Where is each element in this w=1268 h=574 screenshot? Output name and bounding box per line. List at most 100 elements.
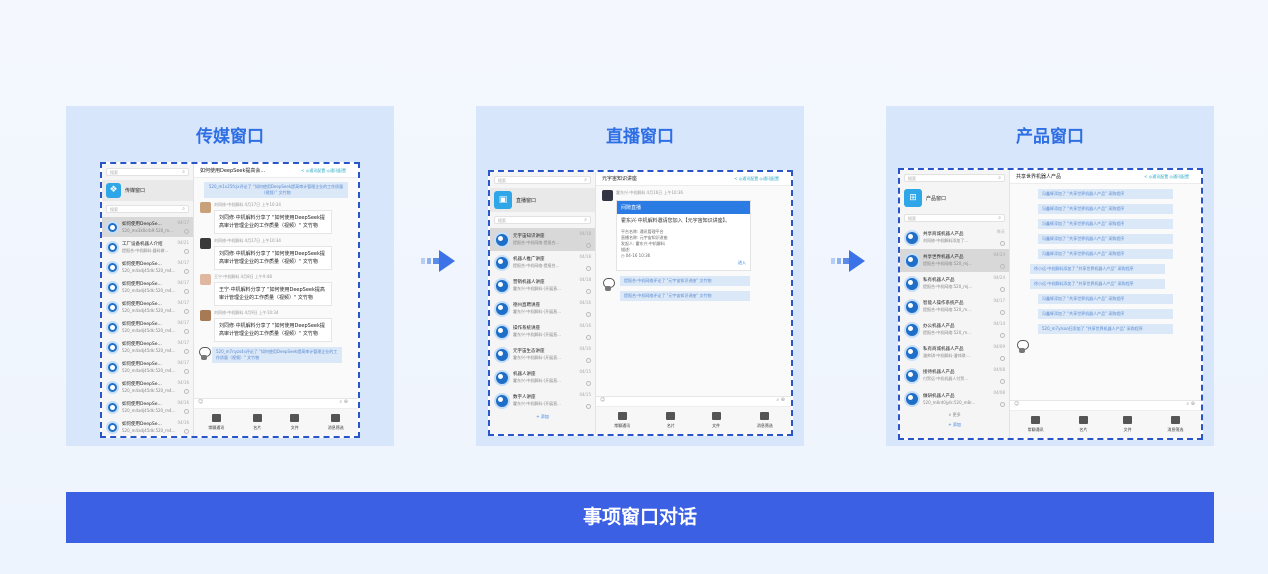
item-more-icon[interactable] [184,369,189,374]
conversation-item[interactable]: 如何使用DeepSe... 520_mx3k0crb9:520_m... 04/17 [102,217,193,237]
notify-config-button[interactable]: ◎通讯配置 [306,168,326,173]
message-input[interactable]: ⌕ ⊕ ☺ [596,396,791,406]
message-bubble[interactable]: 刘同修·中机解料分享了 "如何使用DeepSeek提高审计管理企业的工作质量（视… [214,246,332,270]
toolbar-button[interactable]: 消息筛选 [757,412,773,429]
add-button[interactable]: + 添加 [490,412,595,422]
conversation-item[interactable]: 如何使用DeepSe... 520_m4adj45dk:520_m4... 04/1… [102,337,193,357]
search-input[interactable]: 搜索 ⌕ [494,176,591,184]
notify-config-button[interactable]: ◎通讯配置 [1149,174,1169,179]
add-button[interactable]: + 添加 [900,420,1009,430]
item-more-icon[interactable] [586,243,591,248]
toolbar-button[interactable]: 文件 [711,412,721,429]
toolbar-button[interactable]: 消息筛选 [328,414,344,431]
conversation-item[interactable]: 共享商城机器人产品 刘同修·中机解料添加了... 昨天 [900,226,1009,249]
conversation-item[interactable]: 如何使用DeepSe... 520_m4adj45dk:520_m4... 04/1… [102,417,193,436]
item-more-icon[interactable] [184,389,189,394]
item-more-icon[interactable] [1000,379,1005,384]
back-icon[interactable]: < [1144,174,1147,179]
toolbar-button[interactable]: 名片 [1078,416,1088,433]
conversation-item[interactable]: 智能人操作系统产品 提报合·中机网络:520_m... 04/17 [900,295,1009,318]
search-icon[interactable]: ⌕ ⊕ [1186,401,1195,407]
list-search-input[interactable]: 搜索 ⌕ [904,214,1005,222]
item-more-icon[interactable] [586,289,591,294]
item-more-icon[interactable] [184,329,189,334]
emoji-icon[interactable]: ☺ [1014,401,1019,407]
live-invite-card[interactable]: 间隙直播 霍东兴·中机解料邀请您加入【元宇宙知识讲座】。 平台名称: 通讯管理平… [616,200,751,271]
message-input[interactable]: ⌕ ⊕ ☺ [194,398,358,408]
notify-config-button[interactable]: ◎通讯配置 [739,176,759,181]
message-input[interactable]: ⌕ ⊕ ☺ [1010,400,1201,410]
list-search-input[interactable]: 搜索 ⌕ [106,205,189,213]
search-icon[interactable]: ⌕ [584,217,587,224]
item-more-icon[interactable] [586,404,591,409]
conversation-item[interactable]: 接待机器人产品 付贺远·中机机器人付贺... 04/08 [900,364,1009,387]
item-more-icon[interactable] [184,349,189,354]
conversation-item[interactable]: 私有商城机器人产品 潘帅琪·中机解料·潘帅琪·... 04/09 [900,341,1009,364]
item-more-icon[interactable] [184,309,189,314]
group-header[interactable]: ❖ 传媒窗口 [102,180,193,201]
conversation-item[interactable]: 如何使用DeepSe... 520_m4adj45dk:520_m4... 04/1… [102,257,193,277]
group-header[interactable]: ▣ 直播窗口 [490,188,595,212]
list-search-input[interactable]: 搜索 ⌕ [494,216,591,224]
emoji-icon[interactable]: ☺ [600,397,605,403]
conversation-item[interactable]: 机器人推广讲座 提报合·中机网络·提报合... 04/18 [490,251,595,274]
toolbar-button[interactable]: 常聊通讯 [208,414,224,431]
search-icon[interactable]: ⌕ [584,177,587,184]
item-more-icon[interactable] [184,249,189,254]
item-more-icon[interactable] [184,289,189,294]
back-icon[interactable]: < [301,168,304,173]
search-icon[interactable]: ⌕ [998,175,1001,182]
conversation-item[interactable]: 私有机器人产品 提报合·中机网络:520_mj... 04/24 [900,272,1009,295]
item-more-icon[interactable] [184,409,189,414]
item-more-icon[interactable] [1000,287,1005,292]
toolbar-button[interactable]: 文件 [1123,416,1133,433]
conversation-item[interactable]: 元宇宙生态讲座 霍东兴·中机解料·(开展直... 04/16 [490,343,595,366]
emoji-icon[interactable]: ☺ [198,399,203,405]
item-more-icon[interactable] [586,266,591,271]
conversation-item[interactable]: 德州直聘讲座 霍东兴·中机解料·(开展直... 04/16 [490,297,595,320]
conversation-item[interactable]: 营销机器人讲座 霍东兴·中机解料·(开展直... 04/18 [490,274,595,297]
message-bubble[interactable]: 刘同修·中机解料分享了 "如何使用DeepSeek提高审计管理企业的工作质量（视… [214,318,332,342]
search-input[interactable]: 搜索 ⌕ [904,174,1005,182]
enter-link[interactable]: 进入 [621,259,746,266]
toolbar-button[interactable]: 常聊通讯 [614,412,630,429]
toolbar-button[interactable]: 文件 [290,414,300,431]
toolbar-button[interactable]: 名片 [252,414,262,431]
item-more-icon[interactable] [586,335,591,340]
item-more-icon[interactable] [184,269,189,274]
conversation-item[interactable]: 办公机器人产品 提报合·中机网络:520_m... 04/14 [900,318,1009,341]
item-more-icon[interactable] [1000,333,1005,338]
search-icon[interactable]: ⌕ ⊕ [776,397,785,403]
search-icon[interactable]: ⌕ ⊕ [339,399,348,405]
conversation-item[interactable]: 如何使用DeepSe... 520_m4adj45dk:520_m4... 04/1… [102,397,193,417]
item-more-icon[interactable] [1000,402,1005,407]
search-icon[interactable]: ⌕ [182,206,185,213]
item-more-icon[interactable] [1000,241,1005,246]
conversation-item[interactable]: 元宇宙知识讲座 提报合·中机网络·提报合... 04/18 [490,228,595,251]
search-icon[interactable]: ⌕ [998,215,1001,222]
conversation-item[interactable]: 工厂设备机器人介绍 提报合·中机解料·器料做... 04/21 [102,237,193,257]
group-header[interactable]: ⊞ 产品窗口 [900,186,1009,210]
message-bubble[interactable]: 王宁·中机解料分享了 "如何使用DeepSeek提高审计管理企业的工作质量（视频… [214,282,332,306]
more-button[interactable]: ∨ 更多 [900,410,1009,420]
item-more-icon[interactable] [1000,356,1005,361]
item-more-icon[interactable] [1000,310,1005,315]
options-config-button[interactable]: ◎通讯配置 [760,176,780,181]
toolbar-button[interactable]: 消息筛选 [1167,416,1183,433]
conversation-item[interactable]: 如何使用DeepSe... 520_m4adj45dk:520_m4... 04/1… [102,357,193,377]
conversation-item[interactable]: 数字人讲座 霍东兴·中机解料·(开展直... 04/15 [490,389,595,412]
conversation-item[interactable]: 做研机器人产品 520_m8rd0jylk:520_m8r... 04/08 [900,387,1009,410]
conversation-item[interactable]: 如何使用DeepSe... 520_m4adj45dk:520_m4... 04/1… [102,277,193,297]
toolbar-button[interactable]: 名片 [666,412,676,429]
back-icon[interactable]: < [734,176,737,181]
options-config-button[interactable]: ◎通讯配置 [327,168,347,173]
search-icon[interactable]: ⌕ [182,169,185,176]
conversation-item[interactable]: 操作系统讲座 霍东兴·中机解料·(开展直... 04/16 [490,320,595,343]
conversation-item[interactable]: 如何使用DeepSe... 520_m4adj45dk:520_m4... 04/1… [102,317,193,337]
conversation-item[interactable]: 共享世界机器人产品 提报合·中机网络:520_mj... 04/24 [900,249,1009,272]
message-bubble[interactable]: 刘同修·中机解料分享了 "如何使用DeepSeek提高审计管理企业的工作质量（视… [214,210,332,234]
conversation-item[interactable]: 机器人讲座 霍东兴·中机解料·(开展直... 04/15 [490,366,595,389]
toolbar-button[interactable]: 常聊通讯 [1028,416,1044,433]
item-more-icon[interactable] [184,229,189,234]
item-more-icon[interactable] [586,312,591,317]
